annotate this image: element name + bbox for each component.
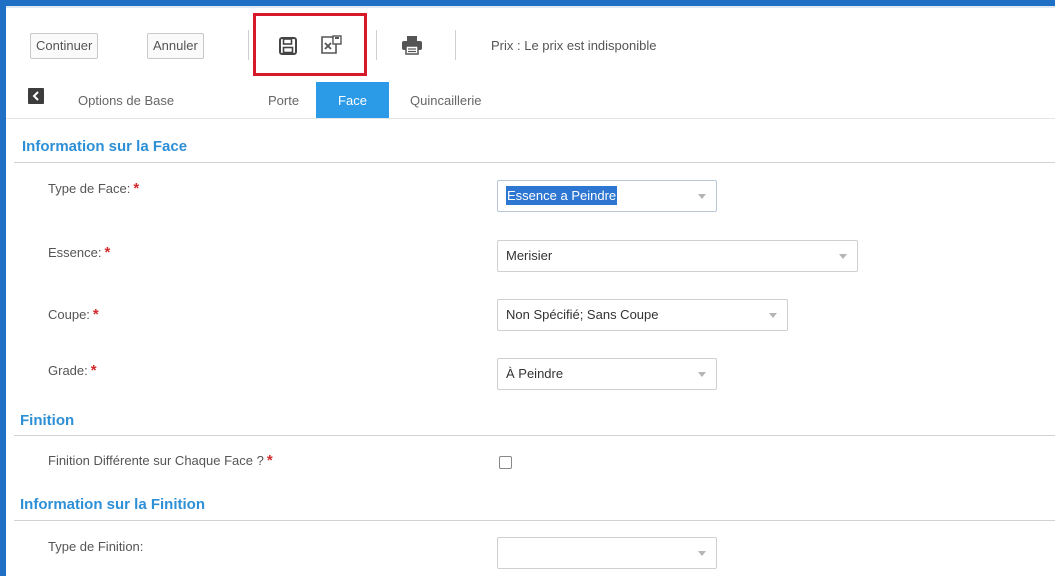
- tab-porte[interactable]: Porte: [268, 88, 299, 114]
- chevron-down-icon: [698, 551, 706, 556]
- field-label-coupe: Coupe: *: [48, 306, 99, 323]
- toolbar: Continuer Annuler Prix : Le prix est ind…: [6, 8, 1055, 80]
- select-value: Merisier: [506, 248, 553, 263]
- toolbar-separator: [455, 30, 456, 60]
- required-marker: *: [92, 306, 99, 323]
- label-text: Essence:: [48, 245, 102, 260]
- grade-select[interactable]: À Peindre: [497, 358, 717, 390]
- section-divider: [14, 520, 1055, 521]
- select-value: À Peindre: [506, 366, 564, 381]
- field-label-grade: Grade: *: [48, 362, 97, 379]
- tab-bar: Options de Base Porte Quincaillerie: [6, 82, 1055, 118]
- required-marker: *: [104, 244, 111, 261]
- chevron-down-icon: [839, 254, 847, 259]
- select-value: Non Spécifié; Sans Coupe: [506, 307, 659, 322]
- printer-icon[interactable]: [401, 35, 423, 55]
- label-text: Grade:: [48, 363, 88, 378]
- tab-face[interactable]: Face: [316, 82, 389, 119]
- label-text: Type de Finition:: [48, 539, 144, 554]
- section-divider: [14, 162, 1055, 163]
- toolbar-separator: [248, 30, 249, 60]
- label-text: Type de Face:: [48, 181, 131, 196]
- back-icon[interactable]: [28, 88, 44, 104]
- chevron-down-icon: [769, 313, 777, 318]
- finition-differente-checkbox[interactable]: [499, 456, 512, 469]
- type-de-face-select[interactable]: Essence a Peindre: [497, 180, 717, 212]
- tabs-divider: [6, 118, 1055, 119]
- tab-quincaillerie[interactable]: Quincaillerie: [410, 88, 482, 114]
- section-title-finition: Finition: [20, 412, 75, 429]
- field-label-type-de-face: Type de Face: *: [48, 180, 139, 197]
- chevron-down-icon: [698, 194, 706, 199]
- type-de-finition-select[interactable]: [497, 537, 717, 569]
- required-marker: *: [133, 180, 140, 197]
- section-divider: [14, 435, 1055, 436]
- chevron-down-icon: [698, 372, 706, 377]
- select-value: Essence a Peindre: [506, 186, 618, 205]
- required-marker: *: [90, 362, 97, 379]
- section-title-face-info: Information sur la Face: [22, 138, 188, 155]
- required-marker: *: [266, 452, 273, 469]
- field-label-type-de-finition: Type de Finition:: [48, 539, 143, 554]
- field-label-essence: Essence: *: [48, 244, 110, 261]
- toolbar-separator: [376, 30, 377, 60]
- label-text: Coupe:: [48, 307, 90, 322]
- save-icons-highlight: [253, 13, 367, 76]
- price-status: Prix : Le prix est indisponible: [491, 38, 657, 53]
- tab-options-de-base[interactable]: Options de Base: [78, 88, 174, 114]
- essence-select[interactable]: Merisier: [497, 240, 858, 272]
- section-title-finition-info: Information sur la Finition: [20, 496, 205, 513]
- field-label-finition-differente: Finition Différente sur Chaque Face ? *: [48, 452, 273, 469]
- continue-button[interactable]: Continuer: [30, 33, 99, 59]
- cancel-button[interactable]: Annuler: [147, 33, 204, 59]
- label-text: Finition Différente sur Chaque Face ?: [48, 453, 264, 468]
- coupe-select[interactable]: Non Spécifié; Sans Coupe: [497, 299, 788, 331]
